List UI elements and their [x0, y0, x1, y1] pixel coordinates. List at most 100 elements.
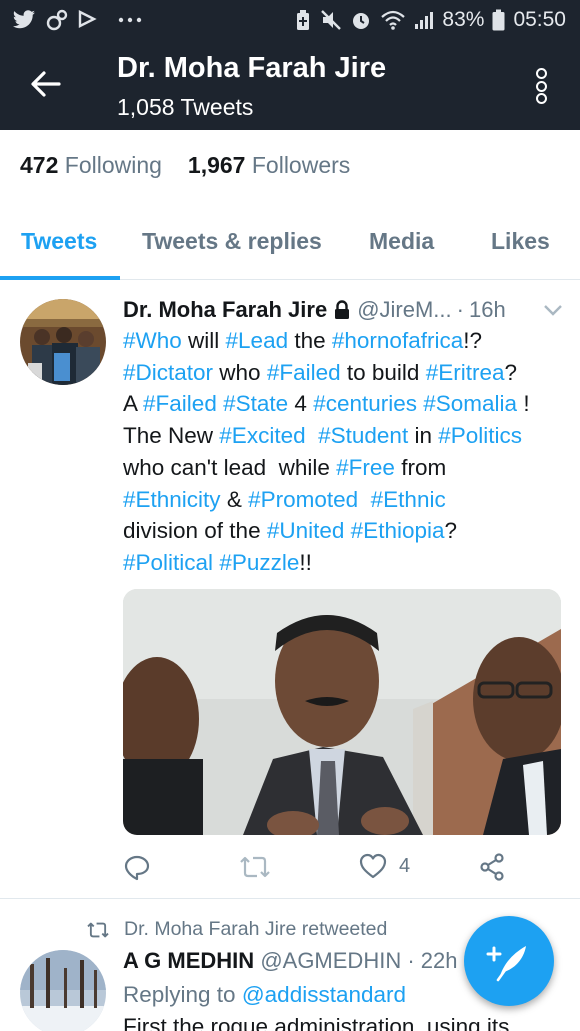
tweet-text-segment	[306, 423, 319, 448]
active-tab-indicator	[0, 276, 120, 280]
tweet-text-line: #Political #Puzzle!!	[123, 547, 563, 579]
followers-link[interactable]: 1,967 Followers	[188, 152, 350, 178]
hashtag-link[interactable]: #Excited	[219, 423, 305, 448]
author-name[interactable]: Dr. Moha Farah Jire	[123, 297, 327, 323]
hashtag-link[interactable]: #Dictator	[123, 360, 213, 385]
hashtag-link[interactable]: #Lead	[226, 328, 289, 353]
tab-likes[interactable]: Likes	[491, 228, 550, 255]
tweet-actions: 4	[123, 853, 563, 883]
reply-icon	[124, 855, 150, 881]
tab-tweets-and-replies[interactable]: Tweets & replies	[142, 228, 322, 255]
tweet-time: 16h	[468, 297, 506, 322]
hashtag-link[interactable]: #Student	[318, 423, 408, 448]
hashtag-link[interactable]: #Ethnicity	[123, 487, 221, 512]
compose-tweet-button[interactable]	[464, 916, 554, 1006]
hashtag-link[interactable]: #Politics	[438, 423, 522, 448]
tweet-photo[interactable]	[123, 589, 561, 835]
replying-to: Replying to @addisstandard	[123, 982, 406, 1008]
tweet-text-segment: &	[220, 486, 249, 512]
following-link[interactable]: 472 Following	[20, 152, 162, 178]
battery-icon	[492, 9, 505, 31]
alarm-icon	[350, 9, 372, 31]
hashtag-link[interactable]: #Puzzle	[219, 550, 299, 575]
tweet-header: A G MEDHIN @AGMEDHIN · 22h	[123, 948, 458, 974]
overflow-dot-icon	[535, 93, 547, 104]
tweet-text-segment: who	[213, 359, 267, 385]
overflow-dot-icon	[535, 68, 547, 79]
status-bar: 83% 05:50	[0, 0, 580, 40]
tweet-text-segment: !?	[463, 328, 482, 353]
chevron-down-icon	[544, 305, 562, 316]
retweeted-by-label[interactable]: Dr. Moha Farah Jire retweeted	[124, 918, 387, 941]
author-handle[interactable]: @JireM...	[357, 297, 451, 323]
hashtag-link[interactable]: #hornofafrica	[332, 328, 463, 353]
tweet-text-segment: ?	[444, 518, 458, 544]
tweet-text-line: #Ethnicity & #Promoted #Ethnic	[123, 484, 563, 516]
arrow-left-icon	[31, 71, 61, 97]
tweet-text-line: #Dictator who #Failed to build #Eritrea?	[123, 357, 563, 389]
tweet-text-segment: the	[288, 328, 332, 353]
tweet-text-line: division of the #United #Ethiopia?	[123, 515, 563, 547]
replying-to-handle[interactable]: @addisstandard	[242, 982, 406, 1007]
tweet-text-line: A #Failed #State 4 #centuries #Somalia !	[123, 388, 563, 420]
tweet-text-segment: A	[123, 391, 144, 417]
hashtag-link[interactable]: #Eritrea	[426, 360, 505, 385]
following-label: Following	[64, 152, 162, 178]
follow-stats: 472 Following 1,967 Followers	[20, 152, 350, 179]
hashtag-link[interactable]: #Ethiopia	[351, 518, 445, 543]
clock: 05:50	[513, 8, 566, 31]
author-name[interactable]: A G MEDHIN	[123, 948, 254, 973]
hashtag-link[interactable]: #Promoted	[248, 487, 358, 512]
author-handle[interactable]: @AGMEDHIN	[260, 948, 401, 973]
tweet-text-line: who can't lead while #Free from	[123, 452, 563, 484]
tweet[interactable]: Dr. Moha Farah Jire @JireM... · 16h #Who…	[0, 281, 580, 899]
hashtag-link[interactable]: #Ethnic	[371, 487, 446, 512]
overflow-menu-button[interactable]	[528, 64, 554, 108]
replying-prefix: Replying to	[123, 982, 242, 1007]
tweet-text-segment: to build	[340, 359, 426, 385]
share-button[interactable]	[479, 853, 505, 881]
avatar[interactable]	[20, 299, 106, 385]
like-button[interactable]: 4	[359, 853, 410, 879]
profile-tabs: Tweets Tweets & replies Media Likes	[0, 210, 580, 280]
tab-media[interactable]: Media	[369, 228, 434, 255]
tweet-text-segment: 4	[288, 391, 314, 417]
twitter-icon	[12, 10, 36, 30]
hashtag-link[interactable]: #Failed	[143, 391, 217, 416]
hashtag-link[interactable]: #State	[223, 391, 288, 416]
tab-tweets[interactable]: Tweets	[21, 228, 97, 255]
retweet-icon	[240, 856, 270, 878]
separator-dot: ·	[456, 297, 464, 322]
hashtag-link[interactable]: #centuries	[313, 391, 417, 416]
mute-icon	[320, 9, 342, 31]
checklist-icon	[78, 10, 98, 30]
hashtag-link[interactable]: #Failed	[267, 360, 341, 385]
wifi-icon	[380, 9, 406, 31]
signal-icon	[414, 10, 434, 30]
tweet-text-segment: in	[408, 423, 439, 449]
tweet-header: Dr. Moha Farah Jire @JireM... · 16h	[123, 297, 563, 323]
hashtag-link[interactable]: #United	[267, 518, 345, 543]
more-dots-icon	[118, 17, 142, 23]
tweet-text-segment	[358, 487, 371, 512]
battery-percent: 83%	[442, 8, 485, 31]
tweet-text-segment: will	[181, 328, 226, 353]
link-icon	[46, 9, 68, 31]
separator-dot: ·	[407, 948, 415, 973]
reply-button[interactable]	[123, 853, 151, 881]
hashtag-link[interactable]: #Political	[123, 550, 213, 575]
tweet-text-segment: from	[394, 454, 447, 480]
tweet-time: 22h	[420, 948, 458, 973]
back-button[interactable]	[26, 64, 66, 104]
tweet-text: First the rogue administration, using it…	[123, 1014, 510, 1031]
tweet-text-segment: The New	[123, 423, 220, 449]
hashtag-link[interactable]: #Somalia	[423, 391, 517, 416]
hashtag-link[interactable]: #Free	[336, 455, 395, 480]
tweet-options-button[interactable]	[543, 303, 563, 321]
hashtag-link[interactable]: #Who	[123, 328, 182, 353]
retweet-icon	[87, 922, 109, 937]
avatar[interactable]	[20, 950, 106, 1031]
profile-header: Dr. Moha Farah Jire 1,058 Tweets	[0, 40, 580, 130]
retweet-button[interactable]	[239, 853, 271, 881]
like-count: 4	[399, 854, 411, 877]
